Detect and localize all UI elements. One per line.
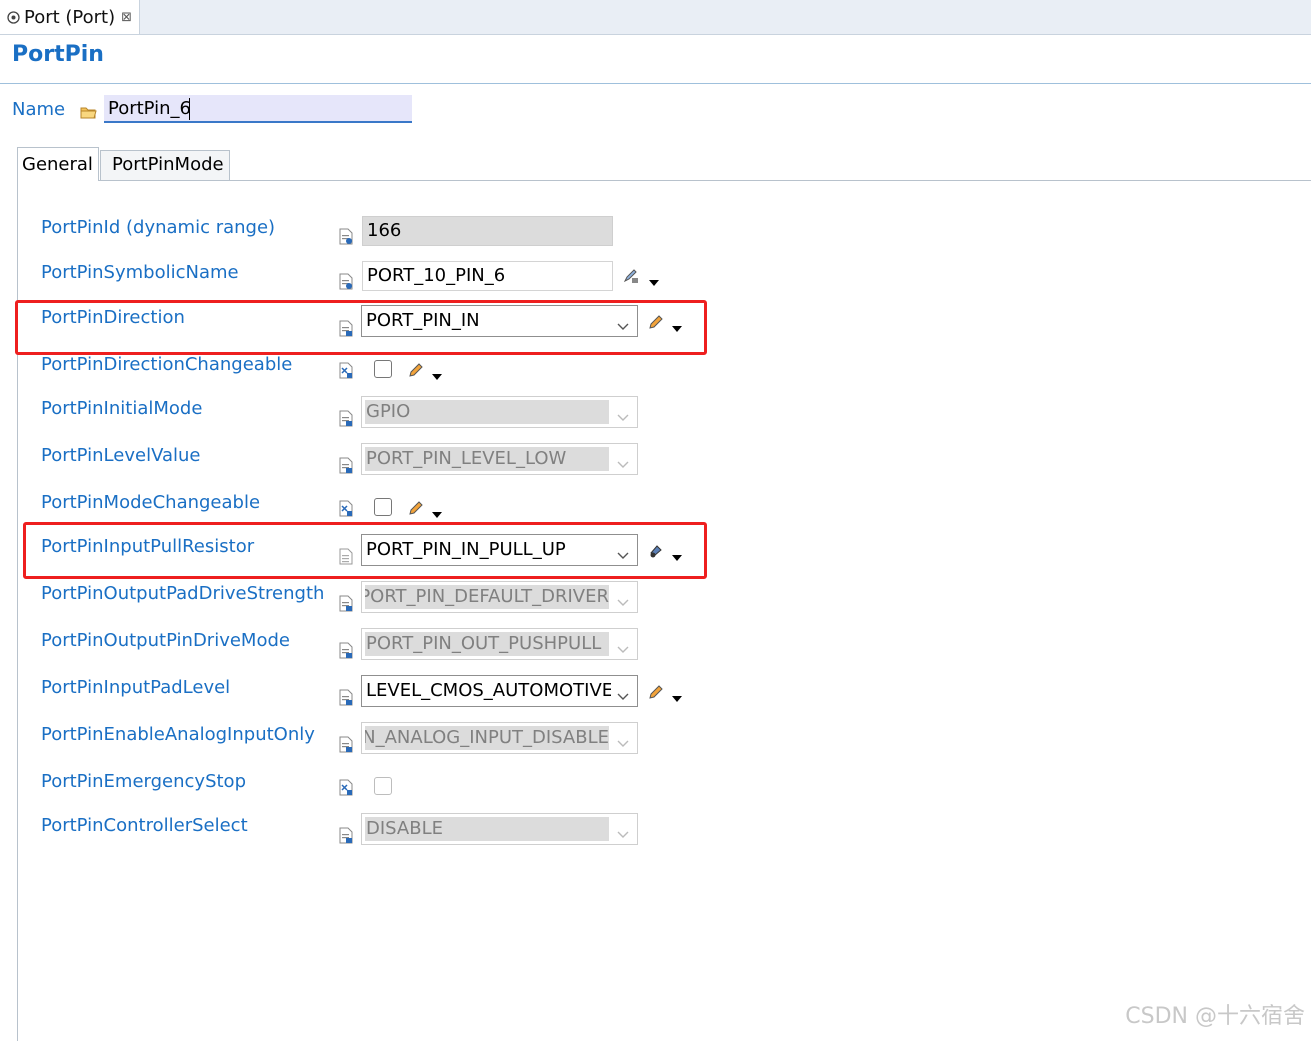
title-divider [0, 83, 1311, 84]
chevron-down-icon [617, 824, 629, 838]
pad-drive-select: PORT_PIN_DEFAULT_DRIVER [361, 581, 638, 613]
param-label-direction-changeable: PortPinDirectionChangeable [41, 354, 293, 375]
enum-param-icon [339, 642, 353, 659]
chevron-down-icon [617, 733, 629, 747]
calc-param-icon [339, 228, 353, 245]
controller-select-value: DISABLE [365, 817, 609, 841]
pin-id-field: 166 [362, 216, 613, 246]
editor-tab-bar [0, 0, 1311, 35]
name-input[interactable] [104, 95, 412, 123]
out-drive-mode-select: PORT_PIN_OUT_PUSHPULL [361, 628, 638, 660]
chevron-down-icon [617, 686, 629, 700]
enum-param-icon [339, 689, 353, 706]
emergency-stop-checkbox [374, 777, 392, 795]
reset-default-icon[interactable] [648, 543, 664, 559]
tab-portpinmode[interactable]: PortPinMode [100, 150, 230, 180]
pencil-lock-icon[interactable] [623, 268, 639, 284]
controller-select-select: DISABLE [361, 813, 638, 845]
chevron-down-icon [617, 407, 629, 421]
param-label-initial-mode: PortPinInitialMode [41, 398, 203, 419]
enum-param-icon [339, 736, 353, 753]
enum-param-icon [339, 827, 353, 844]
param-label-emergency-stop: PortPinEmergencyStop [41, 771, 246, 792]
boolean-param-icon [339, 500, 353, 517]
analog-only-select: PORT_PIN_ANALOG_INPUT_DISABLE [361, 722, 638, 754]
boolean-param-icon [339, 779, 353, 796]
chevron-down-icon [617, 545, 629, 559]
symbolic-name-field[interactable]: PORT_10_PIN_6 [362, 261, 613, 291]
tab-general[interactable]: General [17, 147, 99, 181]
chevron-down-icon[interactable] [671, 547, 683, 561]
enum-param-icon [339, 595, 353, 612]
chevron-down-icon [617, 592, 629, 606]
chevron-down-icon[interactable] [671, 688, 683, 702]
editor-tab-title: Port (Port) [24, 6, 116, 28]
input-pad-level-select[interactable]: LEVEL_CMOS_AUTOMOTIVE [361, 675, 638, 707]
enum-param-icon [339, 457, 353, 474]
input-pad-level-value: LEVEL_CMOS_AUTOMOTIVE [366, 680, 611, 701]
mode-changeable-checkbox[interactable] [374, 498, 392, 516]
enum-param-icon [339, 320, 353, 337]
direction-changeable-checkbox[interactable] [374, 360, 392, 378]
param-label-input-pad-level: PortPinInputPadLevel [41, 677, 231, 698]
watermark: CSDN @十六宿舍 [1125, 1004, 1305, 1029]
close-icon[interactable]: ⊠ [121, 10, 132, 25]
pad-drive-value: PORT_PIN_DEFAULT_DRIVER [365, 585, 609, 609]
param-label-pin-id: PortPinId (dynamic range) [41, 217, 276, 238]
chevron-down-icon [617, 454, 629, 468]
chevron-down-icon[interactable] [648, 272, 660, 286]
module-icon [6, 10, 20, 24]
pencil-icon[interactable] [648, 314, 664, 330]
analog-only-value: PORT_PIN_ANALOG_INPUT_DISABLE [365, 726, 609, 750]
direction-value: PORT_PIN_IN [366, 310, 480, 331]
chevron-down-icon[interactable] [431, 366, 443, 380]
param-label-level-value: PortPinLevelValue [41, 445, 201, 466]
pencil-icon[interactable] [648, 684, 664, 700]
initial-mode-select: GPIO [361, 396, 638, 428]
out-drive-mode-value: PORT_PIN_OUT_PUSHPULL [365, 632, 609, 656]
param-label-mode-changeable: PortPinModeChangeable [41, 492, 261, 513]
folder-icon [80, 104, 97, 119]
editor-tab-port[interactable]: Port (Port) ⊠ [0, 0, 140, 34]
enum-param-icon [339, 410, 353, 427]
name-label: Name [12, 99, 66, 120]
chevron-down-icon[interactable] [431, 504, 443, 518]
param-label-out-drive-mode: PortPinOutputPinDriveMode [41, 630, 290, 651]
page-title: PortPin [12, 42, 104, 67]
param-label-analog-only: PortPinEnableAnalogInputOnly [41, 724, 315, 745]
initial-mode-value: GPIO [365, 400, 609, 424]
boolean-param-icon [339, 362, 353, 379]
pencil-icon[interactable] [408, 362, 424, 378]
input-pull-value: PORT_PIN_IN_PULL_UP [366, 539, 566, 560]
param-label-input-pull: PortPinInputPullResistor [41, 536, 255, 557]
direction-select[interactable]: PORT_PIN_IN [361, 305, 638, 337]
pencil-icon[interactable] [408, 500, 424, 516]
level-value-select: PORT_PIN_LEVEL_LOW [361, 443, 638, 475]
tab-folder-line [230, 180, 1311, 181]
param-label-pad-drive: PortPinOutputPadDriveStrength [41, 583, 325, 604]
chevron-down-icon [617, 316, 629, 330]
input-pull-select[interactable]: PORT_PIN_IN_PULL_UP [361, 534, 638, 566]
text-caret [189, 98, 190, 120]
param-label-symbolic-name: PortPinSymbolicName [41, 262, 239, 283]
calc-param-icon [339, 273, 353, 290]
chevron-down-icon [617, 639, 629, 653]
chevron-down-icon[interactable] [671, 318, 683, 332]
level-value-value: PORT_PIN_LEVEL_LOW [365, 447, 609, 471]
param-label-direction: PortPinDirection [41, 307, 185, 328]
param-doc-icon [339, 548, 353, 565]
param-label-controller-select: PortPinControllerSelect [41, 815, 248, 836]
